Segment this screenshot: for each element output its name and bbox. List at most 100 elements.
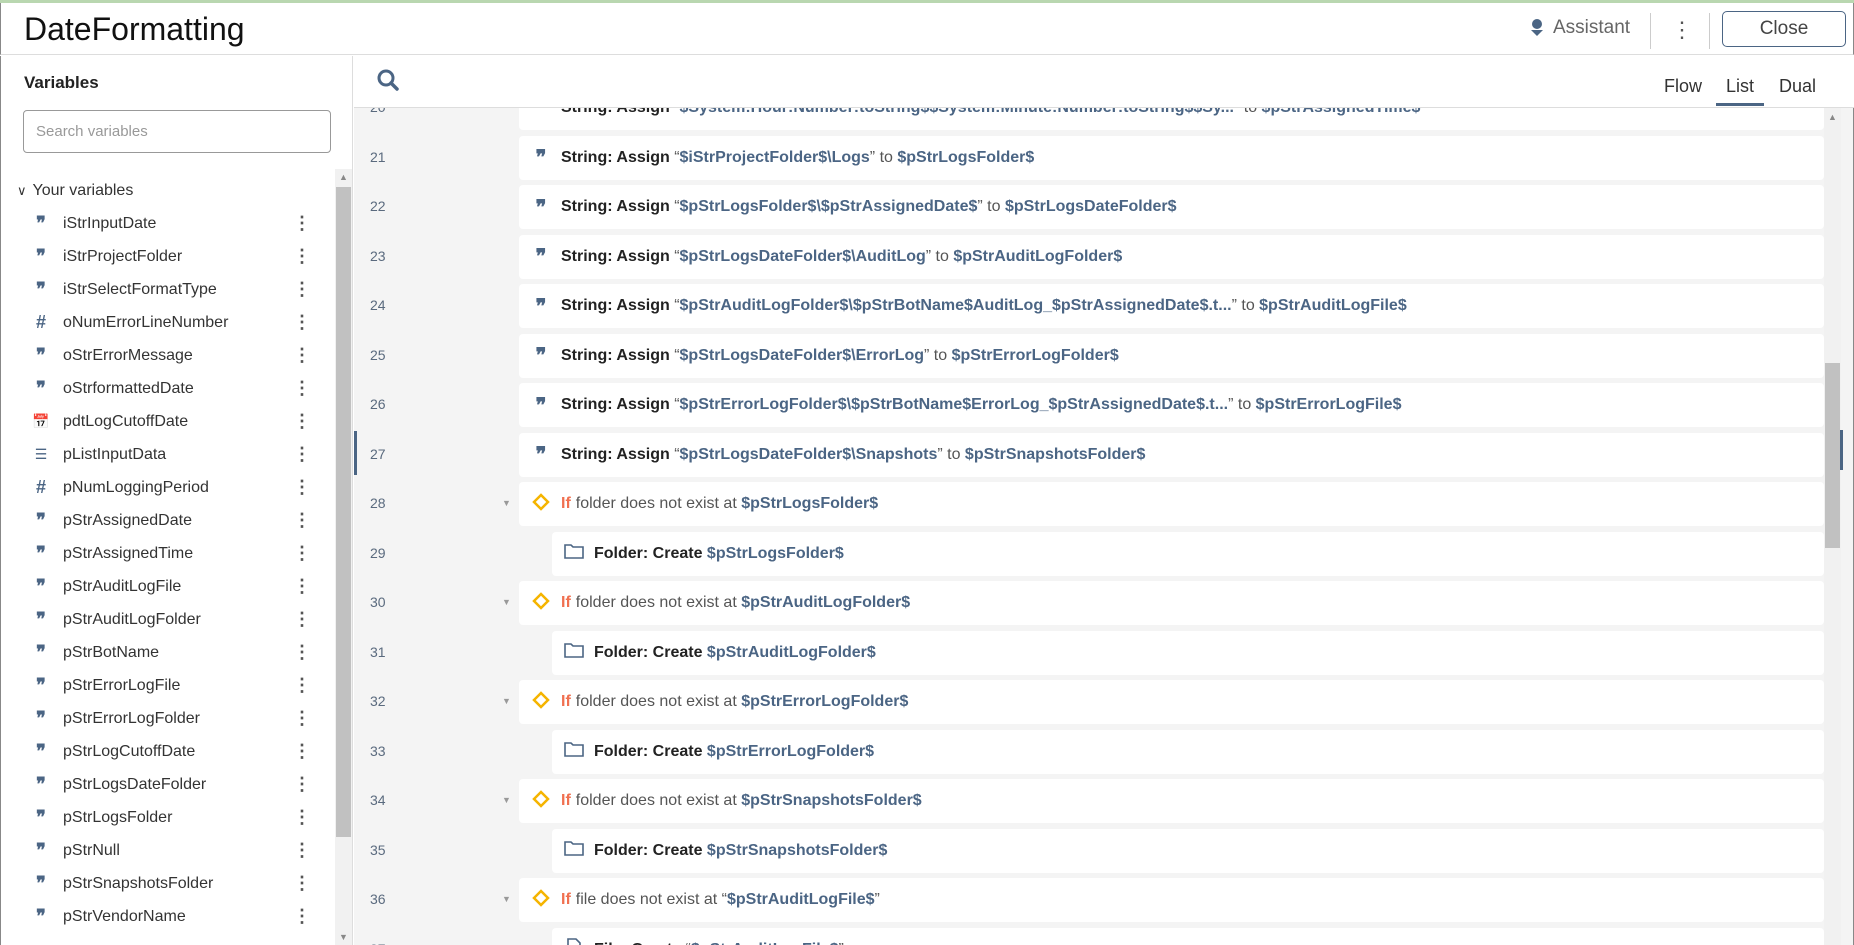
variable-menu-icon[interactable]: ⋮: [293, 411, 311, 432]
step-card[interactable]: Folder: Create $pStrAuditLogFolder$: [552, 630, 1824, 675]
variable-name: pStrAuditLogFile: [63, 577, 182, 595]
tab-list[interactable]: List: [1716, 76, 1765, 106]
collapse-toggle-icon[interactable]: ▼: [502, 894, 511, 904]
search-variables-input[interactable]: [23, 110, 331, 153]
step-card[interactable]: ❞ String: Assign “$pStrErrorLogFolder$\$p…: [519, 383, 1824, 427]
variable-menu-icon[interactable]: ⋮: [293, 774, 311, 795]
step-card[interactable]: Folder: Create $pStrSnapshotsFolder$: [552, 828, 1824, 873]
search-icon[interactable]: [376, 68, 400, 92]
variable-item[interactable]: ❞ pStrLogsFolder ⋮: [1, 801, 331, 834]
variable-menu-icon[interactable]: ⋮: [293, 708, 311, 729]
variable-menu-icon[interactable]: ⋮: [293, 477, 311, 498]
step-card[interactable]: Folder: Create $pStrErrorLogFolder$: [552, 729, 1824, 774]
variable-item[interactable]: ❞ pStrAssignedDate ⋮: [1, 504, 331, 537]
step-card[interactable]: ❞ String: Assign “$pStrLogsFolder$\$pStrA…: [519, 185, 1824, 229]
step-card[interactable]: ❞ String: Assign “$pStrAuditLogFolder$\$p…: [519, 284, 1824, 328]
variable-item[interactable]: ❞ pStrErrorLogFile ⋮: [1, 669, 331, 702]
variable-menu-icon[interactable]: ⋮: [293, 873, 311, 894]
step-row: 36 ▼ If file does not exist at “$pStrAuditL…: [354, 878, 1824, 922]
variable-item[interactable]: # pNumLoggingPeriod ⋮: [1, 471, 331, 504]
step-condition: file does not exist at “: [575, 891, 727, 908]
quote-close: ”: [838, 941, 843, 945]
variable-item[interactable]: ❞ pStrSnapshotsFolder ⋮: [1, 867, 331, 900]
step-card[interactable]: If file does not exist at “$pStrAuditLogF…: [519, 878, 1824, 922]
variable-item[interactable]: ❞ pStrVendorName ⋮: [1, 900, 331, 933]
variable-item[interactable]: ❞ iStrInputDate ⋮: [1, 207, 331, 240]
line-number: 21: [370, 148, 386, 165]
variable-menu-icon[interactable]: ⋮: [293, 609, 311, 630]
step-card[interactable]: ❞ String: Assign “$System:Hour:Number:toS…: [519, 108, 1824, 130]
variable-menu-icon[interactable]: ⋮: [293, 510, 311, 531]
scroll-up-icon[interactable]: ▲: [1828, 112, 1837, 122]
step-row: 27 ❞ String: Assign “$pStrLogsDateFolder$\…: [354, 432, 1824, 477]
variable-menu-icon[interactable]: ⋮: [293, 444, 311, 465]
variable-menu-icon[interactable]: ⋮: [293, 279, 311, 300]
scrollbar-thumb[interactable]: [1825, 363, 1840, 548]
variable-item[interactable]: 📅 pdtLogCutoffDate ⋮: [1, 405, 331, 438]
variable-item[interactable]: ❞ pStrNull ⋮: [1, 834, 331, 867]
more-options-icon[interactable]: ⋮: [1671, 15, 1693, 45]
step-card[interactable]: ❞ String: Assign “$pStrLogsDateFolder$\Au…: [519, 234, 1824, 279]
collapse-toggle-icon[interactable]: ▼: [502, 597, 511, 607]
variables-scrollbar[interactable]: ▲ ▼: [335, 169, 352, 945]
close-button[interactable]: Close: [1722, 11, 1846, 47]
step-row: 35 Folder: Create $pStrSnapshotsFolder$: [354, 828, 1824, 873]
step-card[interactable]: ❞ String: Assign “$pStrLogsDateFolder$\Sn…: [519, 432, 1824, 477]
variable-menu-icon[interactable]: ⋮: [293, 642, 311, 663]
step-card[interactable]: File: Create “$pStrAuditLogFile$”: [552, 927, 1824, 945]
step-action: String: Assign: [561, 247, 670, 265]
variable-item[interactable]: ❞ pStrAssignedTime ⋮: [1, 537, 331, 570]
quote-open: “: [669, 198, 680, 215]
variable-item[interactable]: # oNumErrorLineNumber ⋮: [1, 306, 331, 339]
variable-menu-icon[interactable]: ⋮: [293, 807, 311, 828]
scroll-up-icon[interactable]: ▲: [339, 172, 348, 182]
step-card[interactable]: If folder does not exist at $pStrLogsFold…: [519, 482, 1824, 526]
variable-item[interactable]: ❞ iStrProjectFolder ⋮: [1, 240, 331, 273]
file-icon: [564, 938, 584, 945]
variable-menu-icon[interactable]: ⋮: [293, 840, 311, 861]
variable-item[interactable]: ❞ oStrErrorMessage ⋮: [1, 339, 331, 372]
step-value: $pStrLogsDateFolder$\ErrorLog: [679, 346, 925, 364]
your-variables-toggle[interactable]: ∨ Your variables: [17, 182, 133, 200]
variable-menu-icon[interactable]: ⋮: [293, 543, 311, 564]
step-list-scrollbar[interactable]: ▲: [1824, 108, 1841, 945]
step-card[interactable]: If folder does not exist at $pStrAuditLog…: [519, 581, 1824, 625]
variable-item[interactable]: ☰ pListInputData ⋮: [1, 438, 331, 471]
quote-open: “: [669, 396, 680, 413]
variable-menu-icon[interactable]: ⋮: [293, 906, 311, 927]
variable-menu-icon[interactable]: ⋮: [293, 741, 311, 762]
variable-menu-icon[interactable]: ⋮: [293, 378, 311, 399]
variable-item[interactable]: ❞ pStrAuditLogFile ⋮: [1, 570, 331, 603]
step-card[interactable]: ❞ String: Assign “$iStrProjectFolder$\Log…: [519, 135, 1824, 180]
variable-item[interactable]: ❞ pStrBotName ⋮: [1, 636, 331, 669]
step-to: ” to: [1231, 297, 1260, 314]
tab-flow[interactable]: Flow: [1664, 76, 1702, 105]
hash-icon: #: [35, 312, 46, 332]
collapse-toggle-icon[interactable]: ▼: [502, 696, 511, 706]
step-target: $pStrAuditLogFile$: [1259, 297, 1407, 314]
variable-item[interactable]: ❞ pStrErrorLogFolder ⋮: [1, 702, 331, 735]
variable-item[interactable]: ❞ iStrSelectFormatType ⋮: [1, 273, 331, 306]
step-card[interactable]: ❞ String: Assign “$pStrLogsDateFolder$\Er…: [519, 333, 1824, 378]
step-card[interactable]: Folder: Create $pStrLogsFolder$: [552, 531, 1824, 576]
tab-dual[interactable]: Dual: [1779, 76, 1816, 105]
variable-menu-icon[interactable]: ⋮: [293, 312, 311, 333]
collapse-toggle-icon[interactable]: ▼: [502, 795, 511, 805]
quote-icon: ❞: [36, 906, 46, 926]
variable-menu-icon[interactable]: ⋮: [293, 246, 311, 267]
variable-item[interactable]: ❞ pStrLogCutoffDate ⋮: [1, 735, 331, 768]
scroll-down-icon[interactable]: ▼: [339, 932, 348, 942]
variable-menu-icon[interactable]: ⋮: [293, 675, 311, 696]
assistant-button[interactable]: Assistant: [1529, 17, 1630, 39]
step-card[interactable]: If folder does not exist at $pStrErrorLog…: [519, 680, 1824, 724]
step-target: $pStrErrorLogFile$: [1255, 396, 1402, 413]
variable-menu-icon[interactable]: ⋮: [293, 345, 311, 366]
variable-menu-icon[interactable]: ⋮: [293, 576, 311, 597]
variable-item[interactable]: ❞ oStrformattedDate ⋮: [1, 372, 331, 405]
scrollbar-thumb[interactable]: [336, 187, 351, 837]
collapse-toggle-icon[interactable]: ▼: [502, 498, 511, 508]
variable-item[interactable]: ❞ pStrAuditLogFolder ⋮: [1, 603, 331, 636]
step-card[interactable]: If folder does not exist at $pStrSnapshot…: [519, 779, 1824, 823]
variable-item[interactable]: ❞ pStrLogsDateFolder ⋮: [1, 768, 331, 801]
variable-menu-icon[interactable]: ⋮: [293, 213, 311, 234]
